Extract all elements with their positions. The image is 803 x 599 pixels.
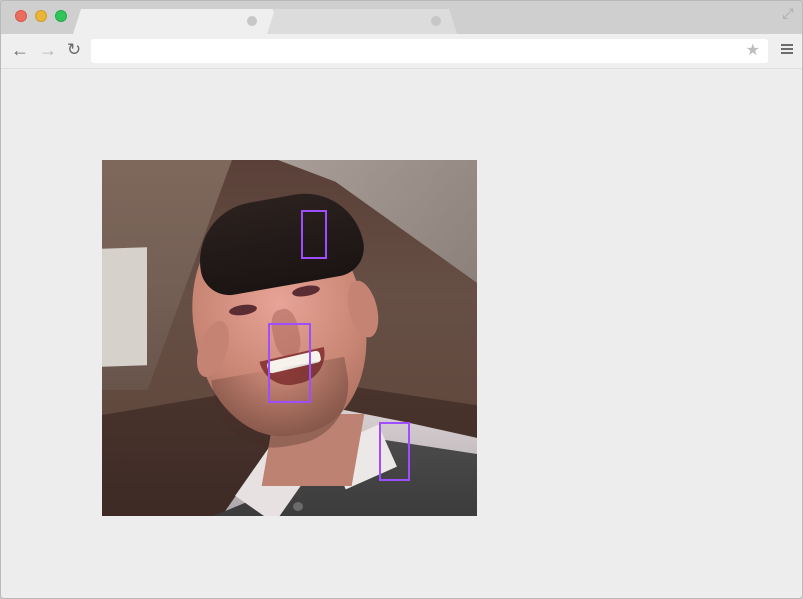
minimize-window-button[interactable] xyxy=(35,10,47,22)
portrait-photo xyxy=(102,160,477,516)
left-arrow-icon[interactable]: ← xyxy=(9,40,31,60)
close-window-button[interactable] xyxy=(15,10,27,22)
right-arrow-icon[interactable]: → xyxy=(37,40,59,60)
menu-line xyxy=(781,48,793,50)
close-tab-icon[interactable] xyxy=(431,16,441,26)
fullscreen-icon[interactable]: ⤢ xyxy=(780,5,796,21)
star-icon[interactable]: ★ xyxy=(746,41,760,61)
annotation-box-3[interactable] xyxy=(379,422,410,481)
title-bar: ⤢ xyxy=(1,1,802,34)
browser-window: ⤢ ← → ↻ ★ xyxy=(0,0,803,599)
menu-line xyxy=(781,52,793,54)
ceiling-light xyxy=(102,247,147,367)
address-input[interactable] xyxy=(91,39,747,63)
address-bar[interactable]: ★ xyxy=(91,39,768,63)
page-content xyxy=(1,69,802,598)
reload-icon[interactable]: ↻ xyxy=(63,40,85,60)
close-tab-icon[interactable] xyxy=(247,16,257,26)
browser-toolbar: ← → ↻ ★ xyxy=(1,34,802,69)
menu-line xyxy=(781,44,793,46)
maximize-window-button[interactable] xyxy=(55,10,67,22)
tab-inactive[interactable] xyxy=(267,9,457,34)
shirt-button xyxy=(293,502,303,511)
annotation-box-1[interactable] xyxy=(301,210,327,259)
hamburger-menu-icon[interactable] xyxy=(780,42,794,56)
annotation-box-2[interactable] xyxy=(268,323,311,403)
tab-active[interactable] xyxy=(73,9,281,34)
